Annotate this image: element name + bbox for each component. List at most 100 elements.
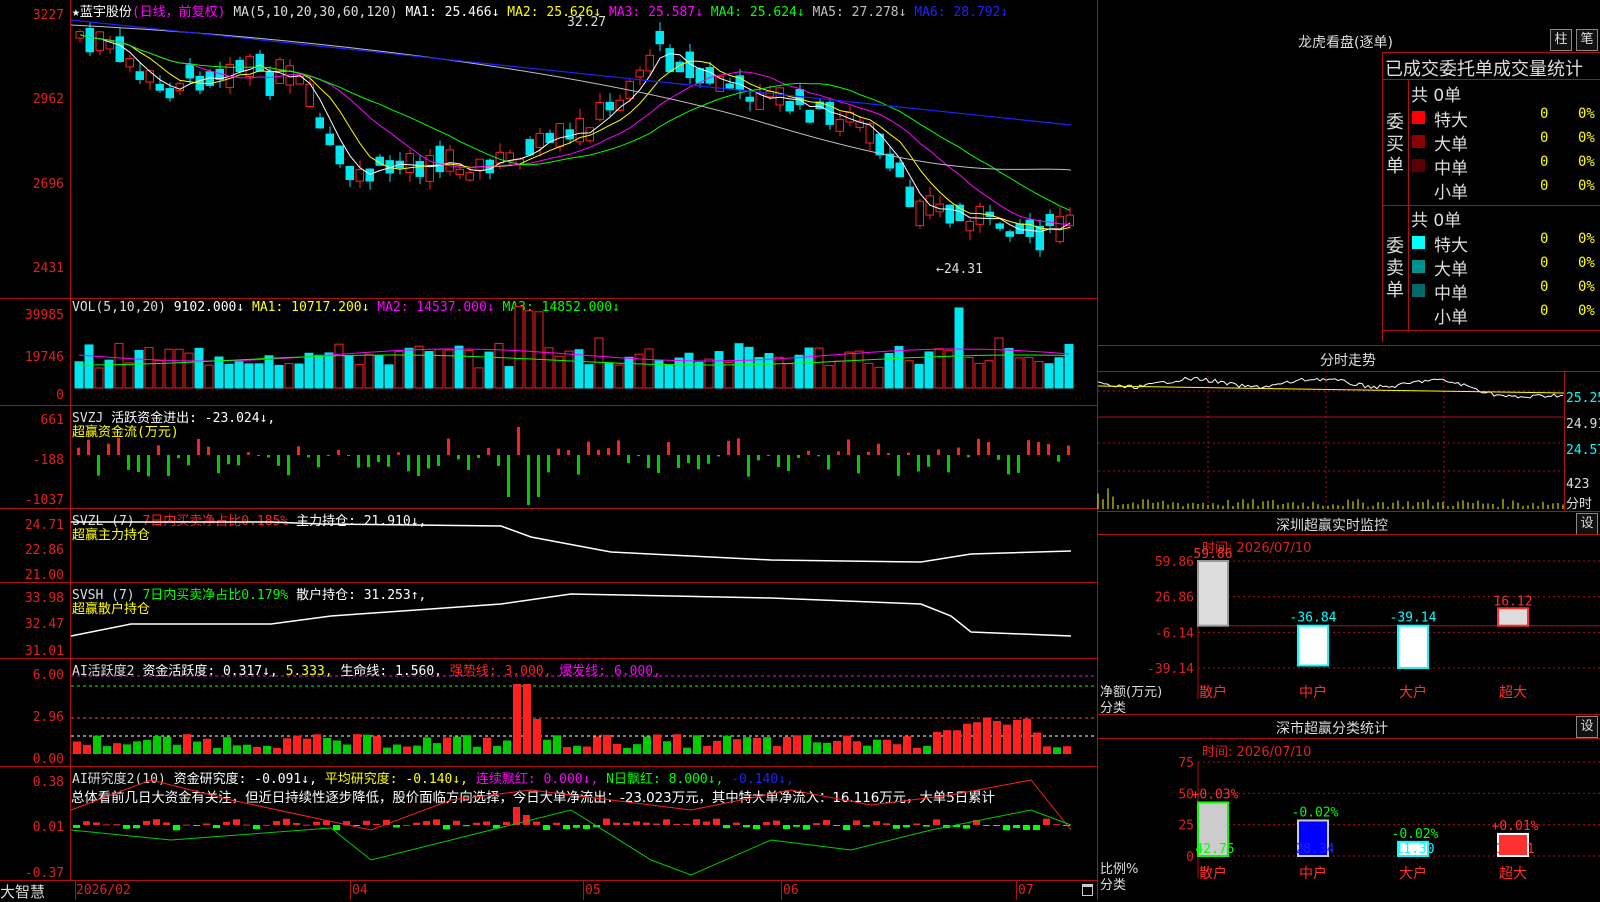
svzj-bar: [247, 452, 250, 455]
ai2-bar: [653, 734, 661, 754]
tick-mode-button[interactable]: 笔: [1576, 29, 1598, 51]
volume-bar: [984, 360, 994, 389]
ai2-bar: [373, 736, 381, 754]
air-bar: [1003, 825, 1010, 831]
ai2-bar: [543, 739, 551, 754]
air-bar: [373, 823, 380, 825]
svzj-bar: [157, 445, 160, 455]
volume-bar: [804, 347, 814, 389]
air-chart[interactable]: [70, 770, 1097, 880]
svzj-bar: [847, 439, 850, 455]
svzj-bar: [717, 455, 720, 457]
svzj-bar: [857, 455, 860, 474]
volume-bar: [824, 365, 834, 389]
sz-class-settings-button[interactable]: 设: [1576, 716, 1598, 738]
ai2-bar: [643, 736, 651, 754]
volume-bar: [334, 343, 344, 389]
ai2-bar: [923, 745, 931, 754]
sz-monitor-bar-label: -39.14: [1390, 611, 1437, 626]
candle-body: [435, 145, 444, 173]
air-bar: [1053, 824, 1060, 826]
volume-bar: [144, 347, 154, 389]
ai2-bar: [873, 739, 881, 754]
svzj-bar: [977, 438, 980, 455]
intraday-chart[interactable]: [1097, 371, 1565, 511]
ma5-line: [70, 24, 1072, 171]
sz-monitor-bar: [1497, 607, 1529, 627]
ai2-bar: [1053, 747, 1061, 754]
volume-bar: [874, 366, 884, 389]
dt-row-pct: 0%: [1578, 130, 1595, 146]
candle-body: [1035, 225, 1044, 251]
svzj-bar: [707, 455, 710, 464]
ai2-bar: [163, 736, 171, 754]
air-bar: [233, 819, 240, 825]
air-bar: [433, 819, 440, 825]
svzj-bar: [77, 447, 80, 455]
volume-bar: [1014, 357, 1024, 389]
candle-body: [95, 31, 104, 51]
svzj-bar: [917, 455, 920, 472]
svzj-bar: [517, 427, 520, 455]
intraday-frame-right: [1564, 371, 1565, 511]
ai2-bar: [1033, 732, 1041, 754]
air-bar: [163, 822, 170, 825]
candle-body: [255, 53, 264, 72]
svzj-bar: [397, 452, 400, 455]
air-bar: [483, 821, 490, 825]
panel-divider-1: [0, 298, 1098, 299]
svzj-bar: [377, 455, 380, 463]
svzl-axis-1: 24.71: [24, 518, 64, 533]
air-bar: [703, 821, 710, 825]
volume-chart[interactable]: [71, 305, 1097, 400]
ai2-bar: [123, 744, 131, 754]
ai2-bar: [1043, 746, 1051, 754]
air-bar: [733, 822, 740, 825]
dt-sell-label: 委卖单: [1386, 236, 1404, 301]
candle-body: [785, 101, 794, 112]
candlestick-chart[interactable]: [70, 5, 1097, 295]
svzj-bar: [537, 455, 540, 497]
svzj-bar: [97, 455, 100, 476]
sz-class-chart[interactable]: 7550250+0.03%42.75散户-0.02%28.34中户-0.02%1…: [1098, 738, 1600, 900]
candle-body: [155, 83, 164, 91]
volume-bar: [584, 364, 594, 389]
svsh-chart[interactable]: [70, 586, 1097, 658]
air-bar: [803, 825, 810, 830]
sz-monitor-cat-label: 散户: [1199, 684, 1227, 701]
volume-bar: [284, 363, 294, 389]
volume-bar: [934, 348, 944, 389]
candle-body: [565, 129, 574, 140]
air-bar: [933, 819, 940, 825]
volume-bar: [1044, 363, 1054, 389]
svzj-bar: [197, 438, 200, 455]
main-chart-area[interactable]: 3227 2962 2696 2431 ★蓝宇股份(日线，前复权) MA(5,1…: [0, 0, 1098, 901]
ai2-bar: [563, 747, 571, 754]
dt-row: 中单 0 0%: [1410, 279, 1600, 304]
candle-body: [655, 30, 664, 45]
sz-monitor-settings-button[interactable]: 设: [1576, 513, 1598, 535]
volume-bar: [364, 354, 374, 389]
intraday-vol-max: 423: [1566, 477, 1590, 492]
svzl-chart[interactable]: [71, 512, 1097, 582]
svzj-bar: [617, 440, 620, 455]
ai2-chart[interactable]: [71, 666, 1097, 762]
ai2-bar: [843, 735, 851, 754]
svzj-chart[interactable]: [71, 413, 1097, 505]
ai2-bar: [83, 744, 91, 754]
ai2-bar: [933, 731, 941, 754]
air-bar: [363, 820, 370, 825]
air-bar: [1023, 825, 1030, 830]
volume-bar: [84, 344, 94, 389]
sz-monitor-chart[interactable]: 59.86 26.86 -6.14 -39.14 59.86 散户 -36.84 中户 -39.…: [1098, 534, 1600, 714]
svzj-bar: [267, 455, 270, 458]
volume-bar: [854, 350, 864, 389]
svzj-bar: [727, 440, 730, 455]
air-bar: [853, 820, 860, 825]
lock-icon[interactable]: [1082, 884, 1093, 896]
candle-body: [905, 186, 914, 208]
volume-bar: [964, 357, 974, 389]
bar-mode-button[interactable]: 柱: [1550, 29, 1572, 51]
svzj-bar: [567, 450, 570, 455]
candle-body: [705, 67, 714, 84]
